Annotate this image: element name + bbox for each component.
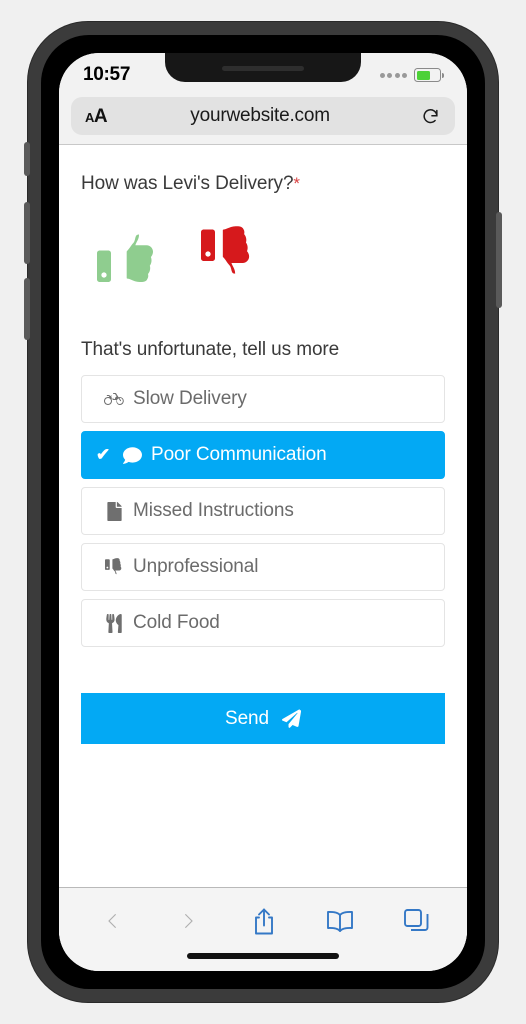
required-asterisk: * bbox=[293, 174, 300, 193]
speaker-grille bbox=[222, 66, 304, 71]
battery-fill bbox=[416, 70, 431, 80]
text-size-button[interactable]: AA bbox=[85, 105, 108, 127]
option-label: Slow Delivery bbox=[133, 388, 247, 409]
thumbs-up-icon bbox=[97, 234, 154, 282]
thumbs-up-button[interactable] bbox=[97, 226, 154, 282]
url-field[interactable]: AA yourwebsite.com bbox=[71, 97, 455, 135]
text-size-large-a: A bbox=[93, 105, 108, 127]
signal-dots-icon bbox=[379, 72, 407, 78]
safari-toolbar bbox=[59, 887, 467, 971]
option-slow-delivery[interactable]: Slow Delivery bbox=[81, 375, 445, 423]
tabs-icon[interactable] bbox=[399, 905, 433, 937]
option-poor-communication[interactable]: ✔ Poor Communication bbox=[81, 431, 445, 479]
silent-switch[interactable] bbox=[24, 142, 30, 176]
send-button-label: Send bbox=[225, 707, 269, 729]
speech-bubble-icon bbox=[122, 446, 142, 465]
option-cold-food[interactable]: Cold Food bbox=[81, 599, 445, 647]
thumbs-down-button[interactable] bbox=[201, 226, 257, 282]
page-content: How was Levi's Delivery?* That's unfortu… bbox=[59, 145, 467, 935]
thumbs-down-icon bbox=[104, 557, 124, 577]
volume-down-button[interactable] bbox=[24, 278, 30, 340]
phone-bezel: 10:57 AA yourwebsite.com How was Levi's … bbox=[41, 35, 485, 989]
phone-frame: 10:57 AA yourwebsite.com How was Levi's … bbox=[24, 22, 502, 1002]
reload-icon[interactable] bbox=[419, 105, 441, 127]
status-time: 10:57 bbox=[83, 64, 131, 85]
home-indicator bbox=[187, 953, 339, 959]
chevron-right-icon[interactable] bbox=[171, 905, 205, 937]
followup-title: That's unfortunate, tell us more bbox=[81, 339, 340, 360]
page-title: How was Levi's Delivery?* bbox=[81, 173, 445, 195]
book-icon[interactable] bbox=[323, 905, 357, 937]
bicycle-icon bbox=[104, 391, 124, 407]
option-label: Cold Food bbox=[133, 612, 220, 633]
fork-knife-icon bbox=[104, 613, 124, 633]
battery-icon bbox=[414, 68, 444, 82]
chevron-left-icon[interactable] bbox=[95, 905, 129, 937]
phone-screen: 10:57 AA yourwebsite.com How was Levi's … bbox=[59, 53, 467, 971]
thumbs-down-icon bbox=[201, 226, 250, 274]
toolbar-icons bbox=[59, 888, 467, 942]
rating-row bbox=[81, 217, 445, 291]
check-icon: ✔ bbox=[96, 445, 111, 464]
option-unprofessional[interactable]: Unprofessional bbox=[81, 543, 445, 591]
option-label: Poor Communication bbox=[151, 444, 327, 465]
document-icon bbox=[104, 501, 124, 521]
status-indicators bbox=[379, 68, 444, 82]
question-text: How was Levi's Delivery? bbox=[81, 173, 294, 194]
option-list: Slow Delivery ✔ Poor Communication Misse… bbox=[81, 375, 445, 647]
send-button[interactable]: Send bbox=[81, 693, 445, 744]
status-bar: 10:57 bbox=[59, 53, 467, 97]
option-missed-instructions[interactable]: Missed Instructions bbox=[81, 487, 445, 535]
text-size-small-a: A bbox=[85, 109, 94, 125]
browser-address-bar: AA yourwebsite.com bbox=[59, 97, 467, 144]
option-label: Unprofessional bbox=[133, 556, 259, 577]
notch bbox=[165, 53, 361, 82]
share-icon[interactable] bbox=[247, 905, 281, 937]
url-text: yourwebsite.com bbox=[190, 105, 330, 126]
volume-up-button[interactable] bbox=[24, 202, 30, 264]
option-label: Missed Instructions bbox=[133, 500, 294, 521]
paper-plane-icon bbox=[281, 709, 301, 728]
power-button[interactable] bbox=[496, 212, 502, 308]
